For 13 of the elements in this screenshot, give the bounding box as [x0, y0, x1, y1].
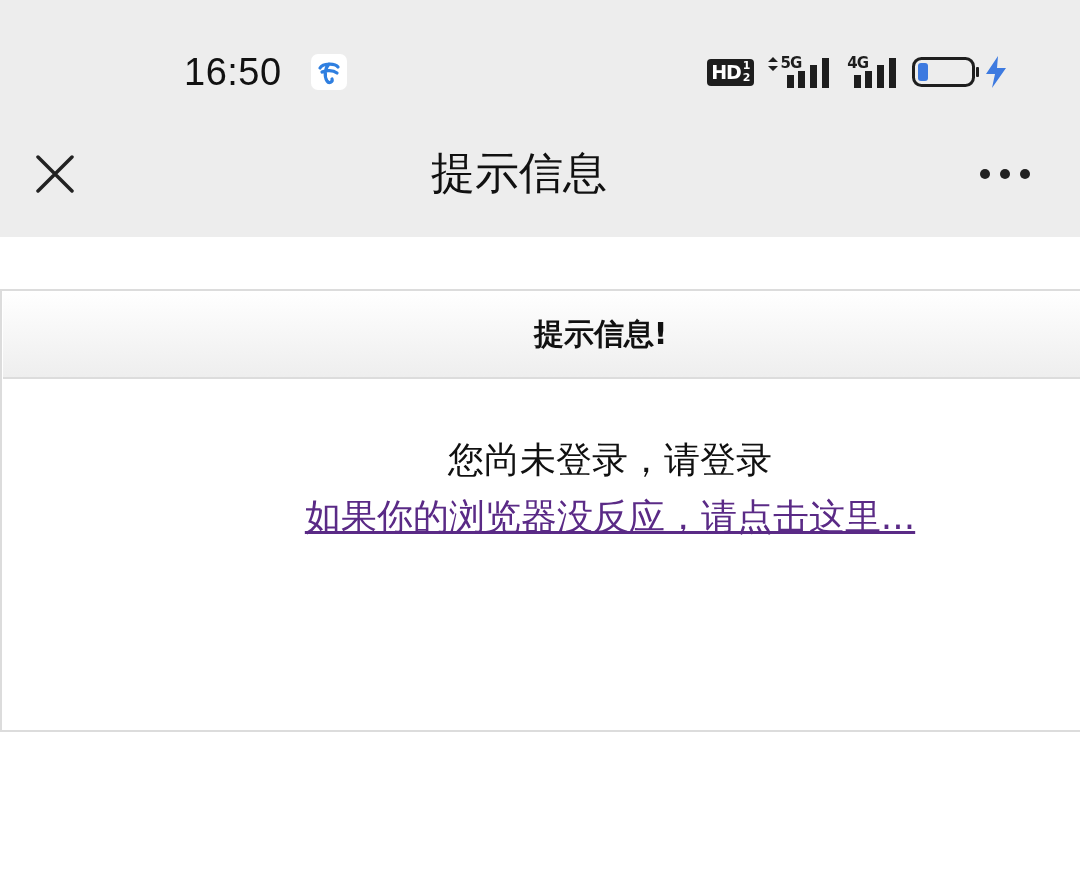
redirect-link[interactable]: 如果你的浏览器没反应，请点击这里... [304, 488, 916, 545]
network-label: 5G [780, 56, 802, 71]
network-label: 4G [847, 56, 868, 71]
battery-icon [912, 57, 980, 87]
panel-title: 提示信息! [533, 314, 668, 353]
page-title: 提示信息 [430, 146, 608, 200]
charging-bolt-icon [986, 56, 1006, 88]
data-arrows-icon [767, 57, 778, 71]
login-message: 您尚未登录，请登录 [448, 438, 772, 482]
status-time: 16:50 [184, 50, 282, 94]
close-icon[interactable] [36, 154, 74, 193]
more-icon[interactable] [980, 168, 1030, 179]
carrier-icon [310, 54, 347, 90]
